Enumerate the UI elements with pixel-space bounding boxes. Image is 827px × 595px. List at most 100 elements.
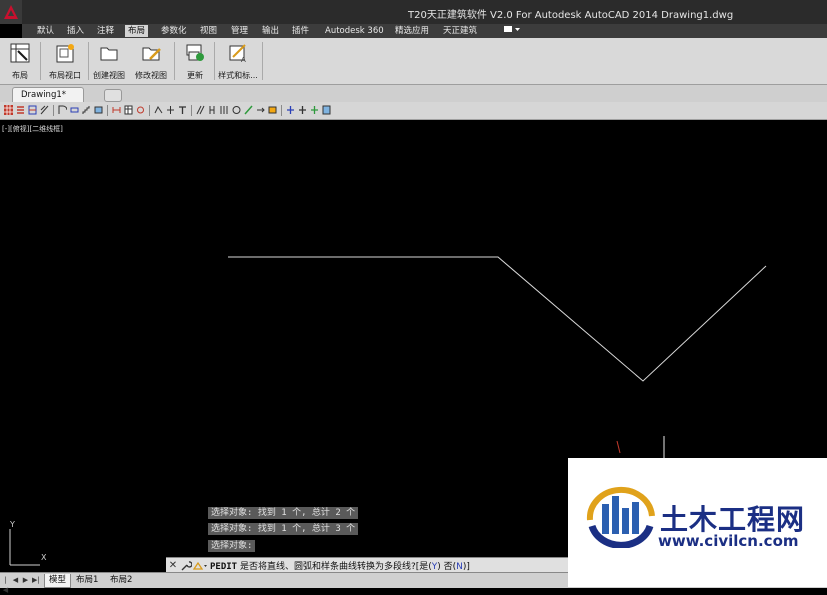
tangent-toolbar	[0, 102, 827, 120]
ucs-icon	[9, 529, 40, 566]
ribbon-button-label: 布局	[12, 71, 28, 80]
ribbon-divider	[214, 42, 215, 80]
command-prompt-icon[interactable]	[192, 560, 208, 572]
tab-tangent-arch[interactable]: 天正建筑	[440, 25, 480, 37]
layout-tab-layout2[interactable]: 布局2	[106, 574, 136, 587]
tab-layout[interactable]: 布局	[125, 25, 149, 37]
toolbar-divider	[53, 105, 54, 116]
option-no-label: 否(	[440, 562, 457, 572]
modify-view-icon	[142, 47, 161, 61]
panel-toggle-icon	[504, 26, 520, 32]
door-icon[interactable]	[58, 105, 67, 115]
tab-plugins[interactable]: 插件	[289, 25, 312, 37]
prev-tab-arrow-icon[interactable]: ◀	[12, 575, 19, 585]
hatch-icon[interactable]	[196, 105, 205, 115]
grid-icon[interactable]	[4, 105, 13, 115]
tab-insert[interactable]: 插入	[64, 25, 87, 37]
ribbon-button-layout[interactable]: 布局	[4, 40, 36, 82]
new-document-tab-button[interactable]	[104, 89, 122, 102]
ribbon-button-create-view[interactable]: 创建视图	[89, 40, 129, 82]
next-tab-arrow-icon[interactable]: ▶	[22, 575, 29, 585]
measure-icon[interactable]	[244, 105, 253, 115]
first-tab-arrow-icon[interactable]: |◀	[2, 575, 9, 594]
ucs-x-label: X	[41, 553, 47, 562]
drawn-polyline[interactable]	[228, 256, 767, 382]
command-keyword: PEDIT	[210, 562, 238, 572]
wall-icon[interactable]	[40, 105, 49, 115]
tab-featured-apps[interactable]: 精选应用	[392, 25, 432, 37]
ribbon-button-label: 更新	[187, 71, 203, 80]
properties-icon[interactable]	[322, 105, 331, 115]
toolbar-divider	[281, 105, 282, 116]
wrench-icon[interactable]	[180, 560, 192, 572]
tab-default[interactable]: 默认	[34, 25, 57, 37]
document-tab[interactable]: Drawing1*	[12, 87, 84, 102]
command-history-line: 选择对象: 找到 1 个, 总计 2 个	[208, 507, 359, 519]
layout-tab-model[interactable]: 模型	[44, 574, 72, 588]
ribbon-button-modify-view[interactable]: 修改视图	[131, 40, 171, 82]
toolbar-divider	[191, 105, 192, 116]
tab-manage[interactable]: 管理	[228, 25, 251, 37]
ribbon-button-label: 修改视图	[135, 71, 167, 80]
autocad-logo-icon	[4, 5, 18, 19]
ribbon-button-layout-viewport[interactable]: 布局视口	[44, 40, 86, 82]
ribbon-button-update[interactable]: 更新	[178, 40, 212, 82]
update-icon	[186, 44, 204, 61]
tab-parametric[interactable]: 参数化	[158, 25, 190, 37]
layout-tab-layout1[interactable]: 布局1	[72, 574, 102, 587]
create-view-icon	[100, 47, 118, 61]
move-icon[interactable]	[298, 105, 307, 115]
rotate-icon[interactable]	[232, 105, 241, 115]
ribbon-divider	[262, 42, 263, 80]
option-no-key[interactable]: N	[456, 562, 463, 572]
toolbar-divider	[107, 105, 108, 116]
text-icon[interactable]	[178, 105, 187, 115]
window-title: T20天正建筑软件 V2.0 For Autodesk AutoCAD 2014…	[408, 10, 734, 21]
symbol-icon[interactable]	[136, 105, 145, 115]
layer-icon[interactable]	[268, 105, 277, 115]
window-icon[interactable]	[70, 105, 79, 115]
civilcn-logo	[586, 487, 655, 548]
ribbon-divider	[40, 42, 41, 80]
ribbon-divider	[174, 42, 175, 80]
command-line[interactable]: ✕ PEDIT 是否将直线、圆弧和样条曲线转换为多段线?[是(Y) 否(N)]	[166, 557, 570, 573]
section-icon[interactable]	[154, 105, 163, 115]
ribbon-tab-bar: 默认 插入 注释 布局 参数化 视图 管理 输出 插件 Autodesk 360…	[22, 24, 827, 38]
ribbon-panel: 布局 布局视口 创建视图 修改视图 更新 A 样式和标...	[0, 38, 827, 85]
styles-icon: A	[229, 44, 246, 64]
axis-icon[interactable]	[16, 105, 25, 115]
tab-view[interactable]: 视图	[197, 25, 220, 37]
align-icon[interactable]	[208, 105, 217, 115]
command-prompt-text: PEDIT 是否将直线、圆弧和样条曲线转换为多段线?[是(Y) 否(N)]	[210, 559, 470, 572]
tab-annotate[interactable]: 注释	[94, 25, 117, 37]
last-tab-arrow-icon[interactable]: ▶|	[32, 575, 40, 585]
layout-viewport-icon	[56, 44, 74, 63]
offset-icon[interactable]	[220, 105, 229, 115]
ribbon-button-styles[interactable]: A 样式和标...	[216, 40, 260, 82]
elevation-icon[interactable]	[166, 105, 175, 115]
option-yes-label: 是(	[419, 562, 432, 572]
ucs-y-label: Y	[10, 520, 15, 529]
tab-output[interactable]: 输出	[259, 25, 282, 37]
toolbar-divider	[149, 105, 150, 116]
room-icon[interactable]	[94, 105, 103, 115]
command-history-line: 选择对象: 找到 1 个, 总计 3 个	[208, 523, 359, 535]
watermark-url: www.civilcn.com	[658, 532, 799, 550]
cursor-fragment	[616, 440, 621, 454]
title-bar: T20天正建筑软件 V2.0 For Autodesk AutoCAD 2014…	[0, 0, 827, 24]
dimension-icon[interactable]	[112, 105, 121, 115]
table-icon[interactable]	[124, 105, 133, 115]
application-menu-button[interactable]	[0, 0, 22, 24]
stair-icon[interactable]	[82, 105, 91, 115]
zoom-icon[interactable]	[310, 105, 319, 115]
ribbon-button-label: 创建视图	[93, 71, 125, 80]
column-icon[interactable]	[28, 105, 37, 115]
close-icon[interactable]: ✕	[166, 560, 180, 571]
tab-autodesk-360[interactable]: Autodesk 360	[322, 25, 387, 37]
option-bracket-close: ]	[466, 562, 470, 572]
ribbon-button-label: 布局视口	[49, 71, 81, 80]
extend-icon[interactable]	[256, 105, 265, 115]
pan-icon[interactable]	[286, 105, 295, 115]
panel-toggle-button[interactable]	[500, 25, 524, 37]
document-tab-strip: Drawing1*	[0, 85, 827, 102]
